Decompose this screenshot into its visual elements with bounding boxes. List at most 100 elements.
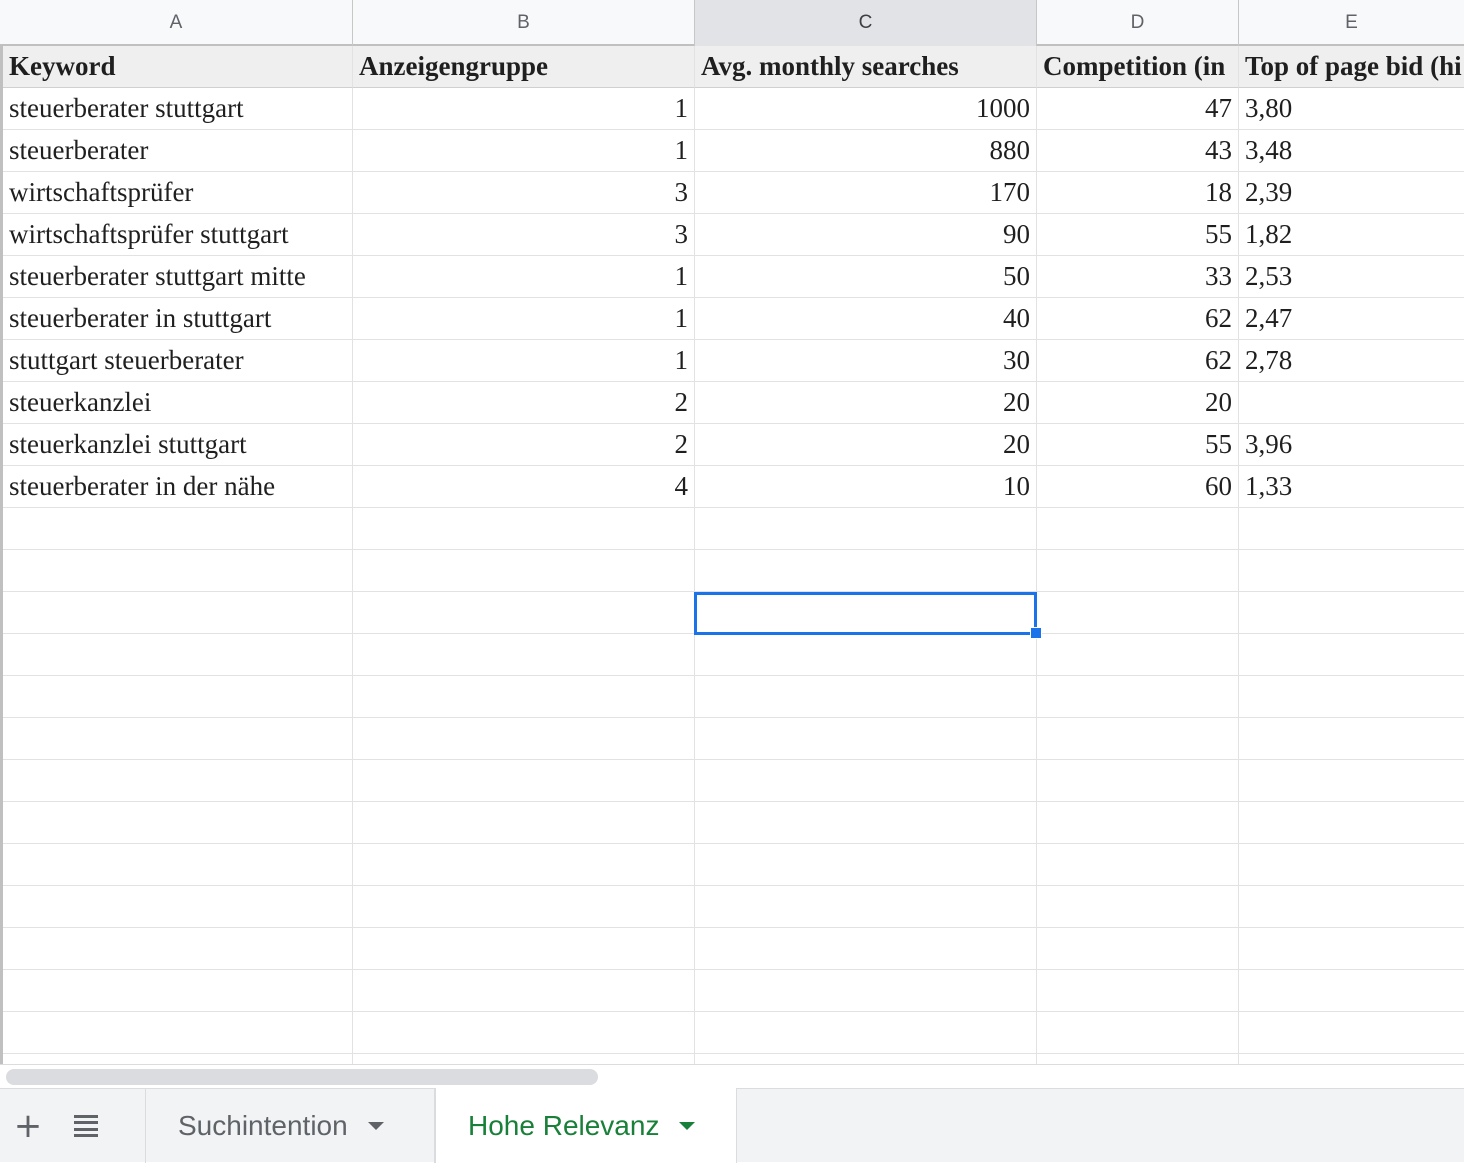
table-cell[interactable]: steuerberater in der nähe bbox=[3, 466, 353, 508]
table-cell[interactable] bbox=[1239, 802, 1464, 844]
table-cell[interactable] bbox=[353, 928, 695, 970]
table-cell[interactable]: 40 bbox=[695, 298, 1037, 340]
table-cell[interactable]: 170 bbox=[695, 172, 1037, 214]
table-cell[interactable]: 55 bbox=[1037, 424, 1239, 466]
table-cell[interactable] bbox=[1239, 928, 1464, 970]
table-cell[interactable] bbox=[353, 802, 695, 844]
table-cell[interactable] bbox=[353, 592, 695, 634]
table-cell[interactable]: 3 bbox=[353, 172, 695, 214]
sheet-tab-hohe-relevanz[interactable]: Hohe Relevanz bbox=[435, 1088, 737, 1163]
table-cell[interactable] bbox=[353, 634, 695, 676]
table-cell[interactable] bbox=[1239, 508, 1464, 550]
column-header-b[interactable]: B bbox=[353, 0, 695, 46]
table-cell[interactable]: 3,48 bbox=[1239, 130, 1464, 172]
table-cell[interactable]: 30 bbox=[695, 340, 1037, 382]
table-cell[interactable]: 47 bbox=[1037, 88, 1239, 130]
table-cell[interactable]: 2 bbox=[353, 382, 695, 424]
sheet-tab-suchintention[interactable]: Suchintention bbox=[145, 1089, 435, 1163]
table-cell[interactable] bbox=[1037, 508, 1239, 550]
table-cell[interactable] bbox=[3, 634, 353, 676]
scrollbar-thumb[interactable] bbox=[6, 1069, 598, 1085]
add-sheet-button[interactable]: + bbox=[0, 1089, 56, 1163]
table-cell[interactable] bbox=[695, 1054, 1037, 1064]
table-cell[interactable]: 20 bbox=[695, 382, 1037, 424]
table-cell[interactable] bbox=[1239, 1012, 1464, 1054]
table-cell[interactable]: 1 bbox=[353, 88, 695, 130]
table-cell[interactable]: steuerberater in stuttgart bbox=[3, 298, 353, 340]
table-cell[interactable]: 10 bbox=[695, 466, 1037, 508]
table-cell[interactable] bbox=[695, 928, 1037, 970]
table-cell[interactable] bbox=[1037, 802, 1239, 844]
fill-handle[interactable] bbox=[1030, 627, 1042, 639]
table-cell[interactable] bbox=[3, 718, 353, 760]
table-cell[interactable]: 90 bbox=[695, 214, 1037, 256]
table-cell[interactable]: wirtschaftsprüfer stuttgart bbox=[3, 214, 353, 256]
table-cell[interactable]: steuerkanzlei stuttgart bbox=[3, 424, 353, 466]
table-cell[interactable] bbox=[695, 1012, 1037, 1054]
caret-down-icon[interactable] bbox=[367, 1122, 384, 1130]
table-cell[interactable] bbox=[695, 760, 1037, 802]
table-cell[interactable] bbox=[3, 928, 353, 970]
table-cell[interactable] bbox=[3, 802, 353, 844]
header-cell-top-of-page-bid[interactable]: Top of page bid (hi bbox=[1239, 46, 1464, 88]
table-cell[interactable]: 3 bbox=[353, 214, 695, 256]
table-cell[interactable]: 20 bbox=[695, 424, 1037, 466]
table-cell[interactable] bbox=[695, 550, 1037, 592]
table-cell[interactable]: 1 bbox=[353, 256, 695, 298]
table-cell[interactable] bbox=[1239, 676, 1464, 718]
table-cell[interactable] bbox=[1037, 760, 1239, 802]
table-cell[interactable]: steuerberater stuttgart bbox=[3, 88, 353, 130]
table-cell[interactable] bbox=[1037, 844, 1239, 886]
header-cell-competition[interactable]: Competition (in bbox=[1037, 46, 1239, 88]
table-cell[interactable] bbox=[353, 844, 695, 886]
table-cell[interactable] bbox=[1037, 634, 1239, 676]
table-cell[interactable]: steuerkanzlei bbox=[3, 382, 353, 424]
table-cell[interactable]: steuerberater bbox=[3, 130, 353, 172]
table-cell[interactable] bbox=[1037, 1054, 1239, 1064]
table-cell[interactable] bbox=[353, 676, 695, 718]
table-cell[interactable] bbox=[353, 886, 695, 928]
table-cell[interactable] bbox=[695, 592, 1037, 634]
table-cell[interactable]: 1 bbox=[353, 130, 695, 172]
table-cell[interactable] bbox=[695, 634, 1037, 676]
table-cell[interactable]: 2 bbox=[353, 424, 695, 466]
table-cell[interactable] bbox=[1037, 928, 1239, 970]
table-cell[interactable] bbox=[695, 970, 1037, 1012]
header-cell-keyword[interactable]: Keyword bbox=[3, 46, 353, 88]
table-cell[interactable] bbox=[353, 550, 695, 592]
table-cell[interactable] bbox=[695, 508, 1037, 550]
column-header-c[interactable]: C bbox=[695, 0, 1037, 46]
table-cell[interactable] bbox=[1037, 676, 1239, 718]
table-cell[interactable] bbox=[3, 592, 353, 634]
table-cell[interactable]: 1 bbox=[353, 340, 695, 382]
table-cell[interactable]: 1,33 bbox=[1239, 466, 1464, 508]
column-header-e[interactable]: E bbox=[1239, 0, 1464, 46]
table-cell[interactable] bbox=[353, 1012, 695, 1054]
table-cell[interactable] bbox=[353, 970, 695, 1012]
table-cell[interactable] bbox=[3, 508, 353, 550]
table-cell[interactable] bbox=[1239, 592, 1464, 634]
table-cell[interactable] bbox=[1239, 844, 1464, 886]
table-cell[interactable] bbox=[1239, 718, 1464, 760]
table-cell[interactable]: 1,82 bbox=[1239, 214, 1464, 256]
column-header-d[interactable]: D bbox=[1037, 0, 1239, 46]
table-cell[interactable]: 43 bbox=[1037, 130, 1239, 172]
table-cell[interactable]: 60 bbox=[1037, 466, 1239, 508]
table-cell[interactable] bbox=[695, 844, 1037, 886]
table-cell[interactable] bbox=[1037, 1012, 1239, 1054]
caret-down-icon[interactable] bbox=[679, 1121, 696, 1130]
table-cell[interactable] bbox=[353, 1054, 695, 1064]
table-cell[interactable] bbox=[695, 676, 1037, 718]
all-sheets-button[interactable] bbox=[58, 1089, 114, 1163]
table-cell[interactable] bbox=[695, 886, 1037, 928]
table-cell[interactable]: 4 bbox=[353, 466, 695, 508]
table-cell[interactable] bbox=[3, 760, 353, 802]
table-cell[interactable]: wirtschaftsprüfer bbox=[3, 172, 353, 214]
table-cell[interactable]: 18 bbox=[1037, 172, 1239, 214]
table-cell[interactable]: 20 bbox=[1037, 382, 1239, 424]
table-cell[interactable]: 2,53 bbox=[1239, 256, 1464, 298]
header-cell-avg-monthly-searches[interactable]: Avg. monthly searches bbox=[695, 46, 1037, 88]
table-cell[interactable] bbox=[1239, 970, 1464, 1012]
table-cell[interactable] bbox=[353, 508, 695, 550]
table-cell[interactable] bbox=[695, 802, 1037, 844]
